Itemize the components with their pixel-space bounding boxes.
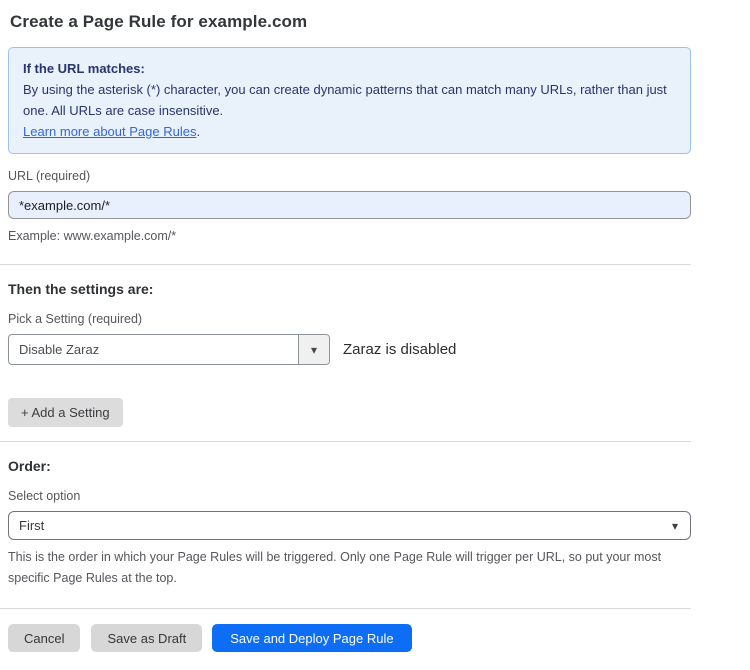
order-select-label: Select option xyxy=(8,489,750,503)
page-title: Create a Page Rule for example.com xyxy=(10,12,750,32)
order-select-dropdown[interactable]: First ▾ xyxy=(8,511,691,540)
footer-divider xyxy=(0,608,691,609)
info-box-heading: If the URL matches: xyxy=(23,58,676,79)
chevron-down-icon: ▾ xyxy=(672,519,678,533)
setting-picker-label: Pick a Setting (required) xyxy=(8,312,750,326)
settings-section-heading: Then the settings are: xyxy=(8,281,750,297)
save-as-draft-button[interactable]: Save as Draft xyxy=(91,624,202,652)
setting-picker-row: Disable Zaraz ▾ Zaraz is disabled xyxy=(8,334,750,365)
create-page-rule-form: Create a Page Rule for example.com If th… xyxy=(0,0,750,652)
order-section-heading: Order: xyxy=(8,458,750,474)
cancel-button[interactable]: Cancel xyxy=(8,624,80,652)
section-divider xyxy=(0,441,691,442)
setting-picker-dropdown[interactable]: Disable Zaraz ▾ xyxy=(8,334,330,365)
section-divider xyxy=(0,264,691,265)
setting-picker-value: Disable Zaraz xyxy=(9,335,298,364)
learn-more-link[interactable]: Learn more about Page Rules xyxy=(23,124,196,139)
save-and-deploy-button[interactable]: Save and Deploy Page Rule xyxy=(212,624,411,652)
info-box-link-line: Learn more about Page Rules. xyxy=(23,121,676,142)
setting-picker-arrow-button[interactable]: ▾ xyxy=(298,335,329,364)
setting-status-text: Zaraz is disabled xyxy=(343,341,456,358)
url-input[interactable] xyxy=(8,191,691,219)
info-box-body: By using the asterisk (*) character, you… xyxy=(23,79,676,121)
url-field-label: URL (required) xyxy=(8,169,750,183)
url-match-info-box: If the URL matches: By using the asteris… xyxy=(8,47,691,154)
order-select-value: First xyxy=(19,518,44,533)
url-example-text: Example: www.example.com/* xyxy=(8,226,688,247)
link-suffix: . xyxy=(196,124,200,139)
add-setting-button[interactable]: + Add a Setting xyxy=(8,398,123,427)
order-help-text: This is the order in which your Page Rul… xyxy=(8,547,688,589)
chevron-down-icon: ▾ xyxy=(311,343,317,357)
form-actions: Cancel Save as Draft Save and Deploy Pag… xyxy=(8,624,750,652)
